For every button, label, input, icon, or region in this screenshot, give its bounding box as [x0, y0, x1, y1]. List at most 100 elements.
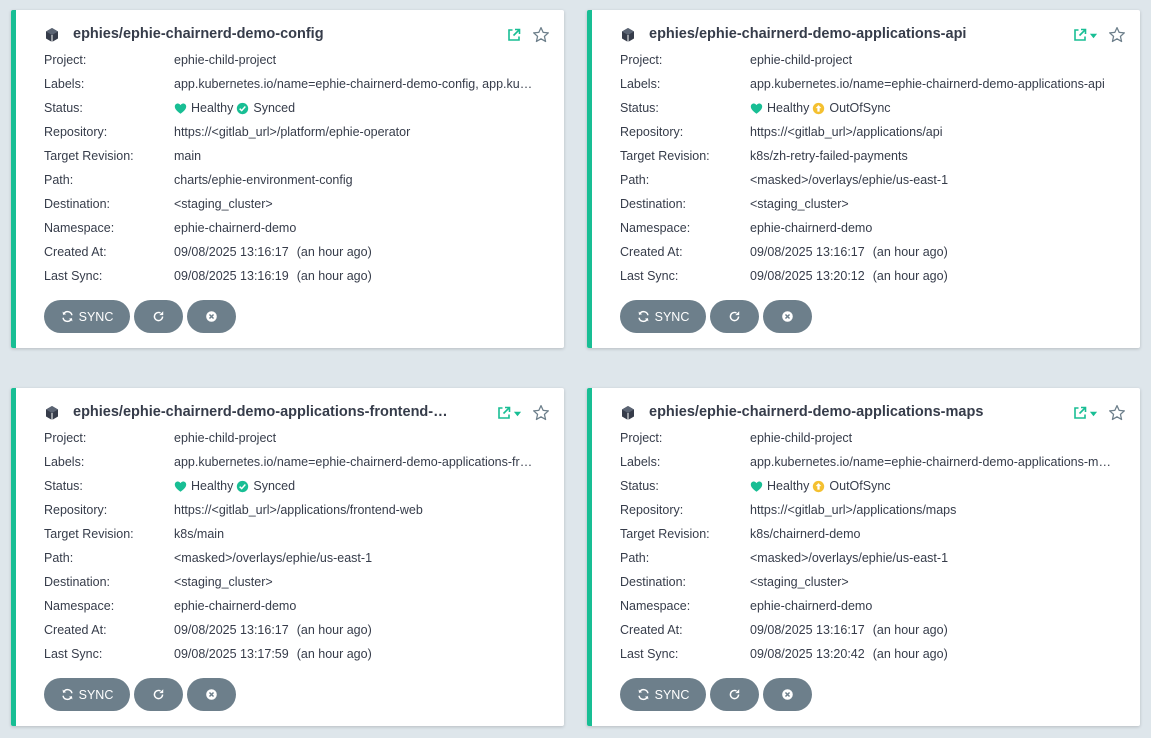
sync-icon: [637, 688, 649, 701]
destination-label: Destination:: [620, 575, 687, 589]
project-value: ephie-child-project: [750, 53, 853, 67]
project-label: Project:: [44, 431, 87, 445]
external-link-icon[interactable]: [496, 405, 512, 421]
card-actions: SYNC: [44, 300, 236, 333]
target-revision-row: Target Revision: main: [44, 144, 544, 168]
status-row: Status: Healthy Synced: [44, 96, 544, 120]
repository-label: Repository:: [44, 125, 108, 139]
repository-label: Repository:: [44, 503, 108, 517]
destination-value: <staging_cluster>: [750, 575, 849, 589]
last-sync-relative: (an hour ago): [872, 269, 948, 283]
labels-row: Labels: app.kubernetes.io/name=ephie-cha…: [44, 450, 544, 474]
last-sync-value: 09/08/2025 13:20:42 (an hour ago): [750, 642, 1114, 666]
heart-icon: [750, 480, 763, 492]
path-label: Path:: [44, 551, 74, 565]
repository-value: https://<gitlab_url>/applications/api: [750, 125, 943, 139]
project-value: ephie-child-project: [750, 431, 853, 445]
health-status: Healthy: [767, 101, 810, 115]
star-icon[interactable]: [532, 26, 550, 44]
path-value: <masked>/overlays/ephie/us-east-1: [174, 551, 373, 565]
namespace-row: Namespace: ephie-chairnerd-demo: [44, 594, 544, 618]
external-link-icon[interactable]: [506, 27, 522, 43]
sync-status: Synced: [253, 479, 296, 493]
app-details: Project: ephie-child-project Labels: app…: [44, 426, 544, 666]
last-sync-timestamp: 09/08/2025 13:20:12: [750, 269, 865, 283]
target-revision-label: Target Revision:: [620, 149, 710, 163]
times-circle-icon: [782, 311, 793, 322]
redo-icon: [729, 689, 740, 700]
app-name[interactable]: ephies/ephie-chairnerd-demo-applications…: [649, 24, 966, 44]
star-icon[interactable]: [1108, 404, 1126, 422]
path-row: Path: charts/ephie-environment-config: [44, 168, 544, 192]
repository-label: Repository:: [620, 503, 684, 517]
application-card[interactable]: ephies/ephie-chairnerd-demo-applications…: [587, 10, 1140, 348]
delete-button[interactable]: [763, 300, 812, 333]
created-at-value: 09/08/2025 13:16:17 (an hour ago): [750, 618, 1114, 642]
app-name[interactable]: ephies/ephie-chairnerd-demo-applications…: [649, 402, 983, 422]
card-header: ephies/ephie-chairnerd-demo-applications…: [44, 402, 552, 422]
path-row: Path: <masked>/overlays/ephie/us-east-1: [44, 546, 544, 570]
delete-button[interactable]: [187, 300, 236, 333]
external-link-icon[interactable]: [1072, 27, 1088, 43]
delete-button[interactable]: [187, 678, 236, 711]
repository-value: https://<gitlab_url>/applications/maps: [750, 503, 957, 517]
created-at-label: Created At:: [620, 623, 683, 637]
app-name[interactable]: ephies/ephie-chairnerd-demo-config: [73, 24, 324, 44]
application-card[interactable]: ephies/ephie-chairnerd-demo-config Proje…: [11, 10, 564, 348]
chevron-down-icon[interactable]: [513, 409, 522, 418]
namespace-value: ephie-chairnerd-demo: [174, 599, 297, 613]
destination-label: Destination:: [44, 575, 111, 589]
path-value: charts/ephie-environment-config: [174, 173, 353, 187]
last-sync-timestamp: 09/08/2025 13:17:59: [174, 647, 289, 661]
last-sync-label: Last Sync:: [620, 647, 679, 661]
external-link-icon[interactable]: [1072, 405, 1088, 421]
sync-button[interactable]: SYNC: [44, 678, 130, 711]
status-label: Status:: [44, 479, 83, 493]
target-revision-row: Target Revision: k8s/chairnerd-demo: [620, 522, 1120, 546]
created-at-relative: (an hour ago): [296, 623, 372, 637]
last-sync-row: Last Sync: 09/08/2025 13:16:19 (an hour a…: [44, 264, 544, 288]
refresh-button[interactable]: [134, 678, 183, 711]
namespace-row: Namespace: ephie-chairnerd-demo: [44, 216, 544, 240]
destination-label: Destination:: [620, 197, 687, 211]
star-icon[interactable]: [532, 404, 550, 422]
project-value: ephie-child-project: [174, 53, 277, 67]
refresh-button[interactable]: [134, 300, 183, 333]
last-sync-row: Last Sync: 09/08/2025 13:20:12 (an hour a…: [620, 264, 1120, 288]
labels-value: app.kubernetes.io/name=ephie-chairnerd-d…: [750, 77, 1105, 91]
sync-button[interactable]: SYNC: [620, 678, 706, 711]
header-actions: [1072, 25, 1126, 45]
project-label: Project:: [620, 53, 663, 67]
redo-icon: [729, 311, 740, 322]
created-at-row: Created At: 09/08/2025 13:16:17 (an hour …: [44, 618, 544, 642]
app-name[interactable]: ephies/ephie-chairnerd-demo-applications…: [73, 402, 448, 422]
created-at-row: Created At: 09/08/2025 13:16:17 (an hour …: [620, 240, 1120, 264]
sync-button[interactable]: SYNC: [620, 300, 706, 333]
last-sync-value: 09/08/2025 13:20:12 (an hour ago): [750, 264, 1114, 288]
target-revision-row: Target Revision: k8s/main: [44, 522, 544, 546]
chevron-down-icon[interactable]: [1089, 31, 1098, 40]
delete-button[interactable]: [763, 678, 812, 711]
labels-label: Labels:: [44, 77, 85, 91]
sync-button-label: SYNC: [654, 687, 690, 702]
target-revision-value: k8s/chairnerd-demo: [750, 527, 861, 541]
application-card[interactable]: ephies/ephie-chairnerd-demo-applications…: [11, 388, 564, 726]
cube-icon: [46, 28, 58, 42]
created-at-timestamp: 09/08/2025 13:16:17: [174, 623, 289, 637]
sync-button[interactable]: SYNC: [44, 300, 130, 333]
cube-icon: [46, 406, 58, 420]
refresh-button[interactable]: [710, 678, 759, 711]
header-actions: [506, 25, 550, 45]
star-icon[interactable]: [1108, 26, 1126, 44]
application-card[interactable]: ephies/ephie-chairnerd-demo-applications…: [587, 388, 1140, 726]
health-status: Healthy: [191, 479, 234, 493]
repository-row: Repository: https://<gitlab_url>/applica…: [620, 120, 1120, 144]
refresh-button[interactable]: [710, 300, 759, 333]
sync-status: OutOfSync: [829, 479, 891, 493]
path-row: Path: <masked>/overlays/ephie/us-east-1: [620, 168, 1120, 192]
chevron-down-icon[interactable]: [1089, 409, 1098, 418]
created-at-timestamp: 09/08/2025 13:16:17: [750, 245, 865, 259]
project-row: Project: ephie-child-project: [44, 48, 544, 72]
repository-value: https://<gitlab_url>/platform/ephie-oper…: [174, 125, 411, 139]
destination-row: Destination: <staging_cluster>: [44, 192, 544, 216]
